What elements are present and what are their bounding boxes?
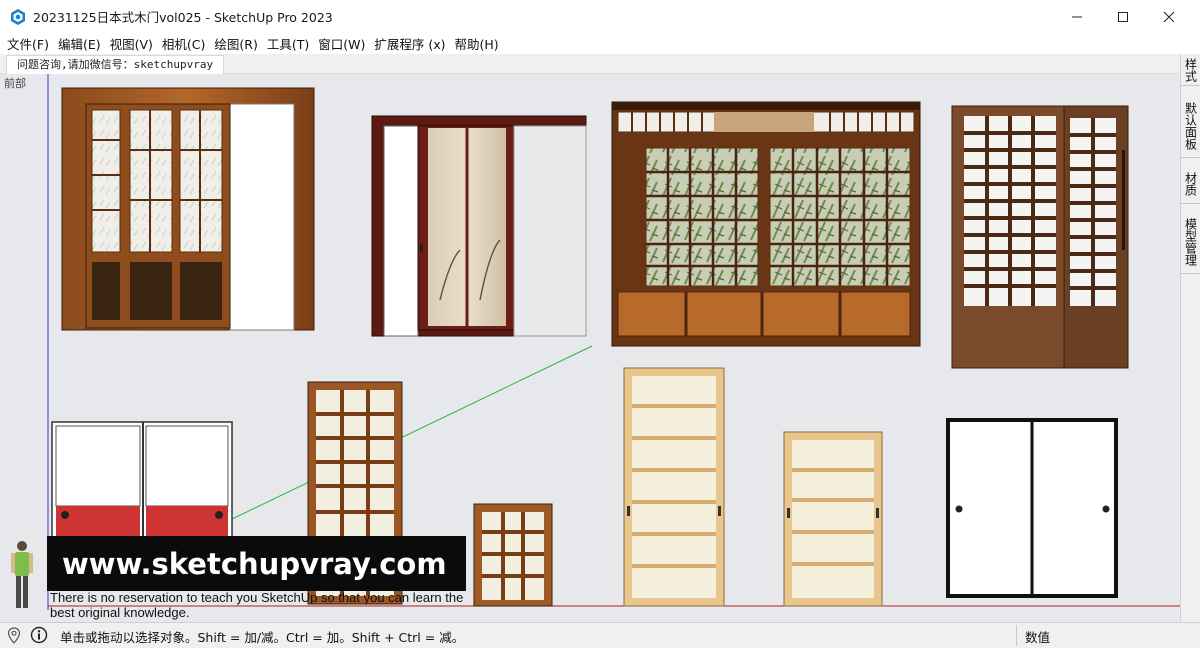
menu-edit[interactable]: 编辑(E)	[54, 34, 106, 53]
watermark-banner: www.sketchupvray.com	[47, 536, 466, 591]
menu-view[interactable]: 视图(V)	[106, 34, 158, 53]
status-divider	[1016, 625, 1017, 646]
door-model-3[interactable]	[611, 101, 921, 347]
sketchup-window: 20231125日本式木门vol025 - SketchUp Pro 2023 …	[0, 0, 1200, 648]
door-model-4[interactable]	[951, 105, 1129, 369]
maximize-button[interactable]	[1100, 0, 1146, 33]
title-bar: 20231125日本式木门vol025 - SketchUp Pro 2023	[0, 0, 1200, 33]
minimize-button[interactable]	[1054, 0, 1100, 33]
menu-help[interactable]: 帮助(H)	[451, 34, 504, 53]
window-title: 20231125日本式木门vol025 - SketchUp Pro 2023	[33, 10, 333, 25]
sketchup-logo-icon	[11, 8, 25, 25]
tray-tab-model-manager[interactable]: 模型管理	[1181, 210, 1200, 274]
view-label: 前部	[4, 77, 26, 90]
door-model-10[interactable]	[946, 418, 1118, 598]
scale-figure[interactable]	[11, 541, 33, 608]
menu-file[interactable]: 文件(F)	[3, 34, 54, 53]
tray-tab-styles[interactable]: 样式	[1181, 54, 1200, 86]
close-button[interactable]	[1146, 0, 1192, 33]
door-model-9[interactable]	[783, 431, 883, 607]
door-model-8[interactable]	[623, 367, 725, 607]
scene-tab-strip: 问题咨询,请加微信号：sketchupvray	[0, 54, 1180, 74]
menu-window[interactable]: 窗口(W)	[314, 34, 370, 53]
menu-draw[interactable]: 绘图(R)	[210, 34, 262, 53]
menu-extensions[interactable]: 扩展程序 (x)	[370, 34, 450, 53]
menu-bar: 文件(F) 编辑(E) 视图(V) 相机(C) 绘图(R) 工具(T) 窗口(W…	[0, 33, 1200, 54]
geolocation-icon[interactable]	[7, 627, 21, 644]
door-model-1[interactable]	[61, 87, 315, 331]
door-model-2[interactable]	[371, 115, 587, 337]
minimize-icon	[1072, 16, 1082, 17]
right-tray: 样式 默认面板 材质 模型管理	[1180, 54, 1200, 622]
status-message: 单击或拖动以选择对象。Shift = 加/减。Ctrl = 加。Shift + …	[60, 630, 465, 645]
door-model-7[interactable]	[473, 503, 553, 607]
watermark-tagline: There is no reservation to teach you Ske…	[50, 590, 464, 620]
watermark-url: www.sketchupvray.com	[62, 546, 447, 581]
close-icon	[1163, 11, 1175, 22]
tray-tab-materials[interactable]: 材质	[1181, 164, 1200, 204]
menu-camera[interactable]: 相机(C)	[158, 34, 210, 53]
maximize-icon	[1118, 11, 1128, 22]
instructor-info-icon[interactable]	[30, 626, 48, 644]
menu-tools[interactable]: 工具(T)	[263, 34, 314, 53]
scene-tab[interactable]: 问题咨询,请加微信号：sketchupvray	[6, 55, 225, 74]
green-axis	[229, 345, 593, 521]
measurements-label: 数值	[1025, 630, 1051, 645]
tray-tab-default-panel[interactable]: 默认面板	[1181, 94, 1200, 158]
status-bar: 单击或拖动以选择对象。Shift = 加/减。Ctrl = 加。Shift + …	[0, 622, 1200, 648]
